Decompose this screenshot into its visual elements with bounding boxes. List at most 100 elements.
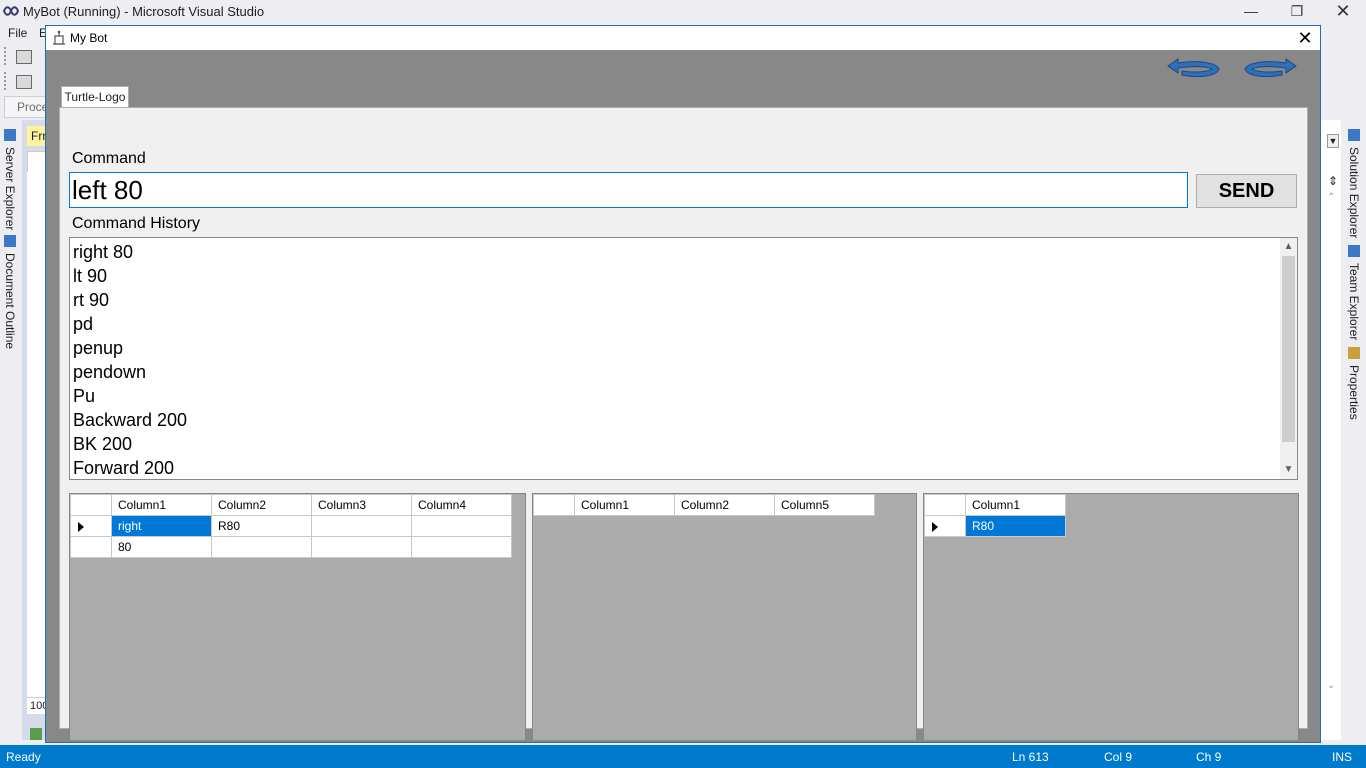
toolbar-icon[interactable] (16, 75, 32, 89)
table-cell[interactable]: R80 (965, 515, 1066, 537)
table-cell[interactable]: 80 (111, 536, 212, 558)
scroll-thumb[interactable] (1282, 256, 1295, 442)
list-item[interactable]: pendown (73, 360, 187, 384)
vs-left-dock: Server Explorer Document Outline (0, 125, 22, 740)
toolbar-icon[interactable] (16, 50, 32, 64)
table-cell[interactable] (411, 536, 512, 558)
close-icon[interactable]: ✕ (1292, 27, 1318, 49)
command-input[interactable] (69, 172, 1188, 208)
list-item[interactable]: right 80 (73, 240, 187, 264)
toolbar-grip[interactable] (4, 72, 8, 90)
list-item[interactable]: lt 90 (73, 264, 187, 288)
status-ready: Ready (6, 750, 41, 764)
grid-header-row: Column1 (924, 494, 1066, 516)
properties-icon[interactable] (1348, 347, 1360, 359)
tab-server-explorer[interactable]: Server Explorer (3, 147, 17, 230)
vs-close-icon[interactable]: ✕ (1320, 0, 1366, 24)
grid-table: Column1 Column2 Column3 Column4 right R8… (70, 494, 512, 558)
table-cell[interactable] (311, 536, 412, 558)
row-header[interactable] (70, 536, 112, 558)
redo-arrow-icon[interactable] (1240, 56, 1302, 80)
list-item[interactable]: pd (73, 312, 187, 336)
solution-explorer-icon[interactable] (1348, 129, 1360, 141)
document-outline-icon[interactable] (4, 235, 16, 247)
table-cell[interactable] (411, 515, 512, 537)
table-cell[interactable]: R80 (211, 515, 312, 537)
dropdown-icon[interactable]: ▼ (1327, 134, 1339, 148)
column-header[interactable]: Column1 (574, 494, 675, 516)
scroll-down-icon[interactable]: ▼ (1280, 463, 1297, 477)
history-scrollbar[interactable]: ▲ ▼ (1280, 238, 1297, 479)
table-cell[interactable]: right (111, 515, 212, 537)
form-title: My Bot (70, 31, 108, 45)
current-row-indicator[interactable] (924, 515, 966, 537)
tab-document-outline[interactable]: Document Outline (3, 253, 17, 349)
row-header-corner[interactable] (924, 494, 966, 516)
restore-icon[interactable]: ❐ (1274, 0, 1320, 24)
vs-editor-tab[interactable]: Frm (27, 126, 46, 146)
current-row-indicator[interactable] (70, 515, 112, 537)
data-grid-1[interactable]: Column1 Column2 Column3 Column4 right R8… (69, 493, 526, 741)
row-arrow-icon (78, 521, 84, 532)
visual-studio-logo-icon (3, 6, 19, 16)
status-line: Ln 613 (1012, 750, 1049, 764)
vs-toolbar (4, 45, 46, 67)
data-grid-2[interactable]: Column1 Column2 Column5 (532, 493, 917, 741)
grid-table: Column1 Column2 Column5 (533, 494, 875, 516)
column-header[interactable]: Column1 (111, 494, 212, 516)
list-item[interactable]: Pu (73, 384, 187, 408)
list-item[interactable]: Backward 200 (73, 408, 187, 432)
list-item[interactable]: BK 200 (73, 432, 187, 456)
menu-file[interactable]: File (8, 26, 27, 40)
tab-properties[interactable]: Properties (1347, 365, 1361, 420)
vs-toolbar-2 (4, 70, 46, 92)
scroll-up-icon[interactable]: ▲ (1280, 240, 1297, 254)
column-header[interactable]: Column5 (774, 494, 875, 516)
scroll-up-icon[interactable]: ⌃ (1327, 192, 1339, 203)
zoom-level[interactable]: 100 (27, 697, 46, 714)
vs-window-title: MyBot (Running) - Microsoft Visual Studi… (23, 4, 265, 19)
row-header-corner[interactable] (70, 494, 112, 516)
table-cell[interactable] (311, 515, 412, 537)
split-icon[interactable]: ⇕ (1327, 174, 1339, 188)
tab-turtle-logo[interactable]: Turtle-Logo (61, 86, 129, 107)
column-header[interactable]: Column2 (674, 494, 775, 516)
send-button[interactable]: SEND (1196, 174, 1297, 208)
scroll-down-icon[interactable]: ⌄ (1327, 680, 1339, 691)
row-header-corner[interactable] (533, 494, 575, 516)
undo-arrow-icon[interactable] (1162, 56, 1224, 80)
vs-status-bar: Ready Ln 613 Col 9 Ch 9 INS (0, 745, 1366, 768)
grid-table: Column1 R80 (924, 494, 1066, 537)
process-combo[interactable]: Process (4, 96, 48, 118)
command-history-label: Command History (72, 215, 201, 232)
vs-right-dock: Solution Explorer Team Explorer Properti… (1341, 125, 1366, 740)
list-item[interactable]: penup (73, 336, 187, 360)
team-explorer-icon[interactable] (1348, 245, 1360, 257)
column-header[interactable]: Column2 (211, 494, 312, 516)
tab-team-explorer[interactable]: Team Explorer (1347, 263, 1361, 340)
grid-header-row: Column1 Column2 Column3 Column4 (70, 494, 512, 516)
minimize-icon[interactable]: — (1228, 0, 1274, 24)
data-grid-3[interactable]: Column1 R80 (923, 493, 1299, 741)
tab-solution-explorer[interactable]: Solution Explorer (1347, 147, 1361, 238)
row-arrow-icon (932, 521, 938, 532)
command-label: Command (72, 150, 146, 167)
command-history-list[interactable]: right 80 lt 90 rt 90 pd penup pendown Pu… (69, 237, 1298, 480)
column-header[interactable]: Column4 (411, 494, 512, 516)
table-row[interactable]: right R80 (70, 515, 512, 537)
output-icon[interactable] (30, 728, 42, 740)
table-row[interactable]: 80 (70, 536, 512, 558)
status-char: Ch 9 (1196, 750, 1222, 764)
grid-header-row: Column1 Column2 Column5 (533, 494, 875, 516)
column-header[interactable]: Column1 (965, 494, 1066, 516)
table-cell[interactable] (211, 536, 312, 558)
vs-code-editor[interactable] (27, 172, 46, 702)
table-row[interactable]: R80 (924, 515, 1066, 537)
server-explorer-icon[interactable] (4, 129, 16, 141)
status-column: Col 9 (1104, 750, 1133, 764)
column-header[interactable]: Column3 (311, 494, 412, 516)
toolbar-grip[interactable] (4, 47, 8, 65)
list-item[interactable]: rt 90 (73, 288, 187, 312)
tab-page-turtle-logo: Command SEND Command History right 80 lt… (59, 107, 1308, 741)
list-item[interactable]: Forward 200 (73, 456, 187, 479)
